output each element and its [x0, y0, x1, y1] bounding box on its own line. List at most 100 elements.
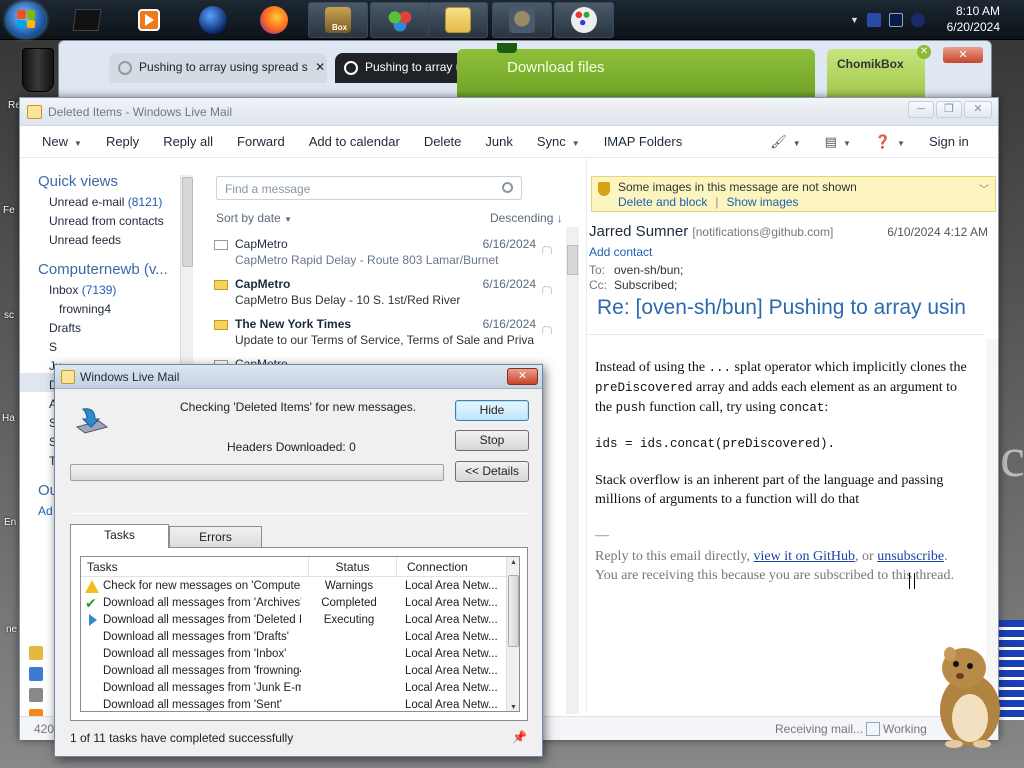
- task-list-scrollbar[interactable]: ▲ ▼: [506, 557, 519, 711]
- task-row[interactable]: Download all messages from 'Junk E-m... L…: [81, 681, 507, 698]
- task-row[interactable]: Download all messages from 'Inbox' Local …: [81, 647, 507, 664]
- network-tray-icon[interactable]: [888, 13, 903, 27]
- desktop-icon-label[interactable]: Fe: [3, 205, 15, 216]
- flag-icon[interactable]: [542, 286, 552, 294]
- message-list-scrollbar[interactable]: [566, 227, 579, 714]
- message-row[interactable]: The New York Times 6/16/2024 Update to o…: [206, 314, 552, 354]
- sort-direction-button[interactable]: Descending ↓: [490, 211, 563, 225]
- black-box-icon[interactable]: [70, 4, 104, 36]
- new-button[interactable]: New ▼: [20, 134, 94, 149]
- details-button[interactable]: << Details: [455, 461, 529, 482]
- nav-frowning4[interactable]: frowning4: [20, 297, 180, 316]
- globe-icon[interactable]: [196, 4, 230, 36]
- task-row[interactable]: Download all messages from 'Drafts' Local…: [81, 630, 507, 647]
- calendar-shortcut-icon[interactable]: [29, 667, 43, 681]
- close-tab-icon[interactable]: ✕: [315, 60, 325, 74]
- search-input[interactable]: Find a message: [216, 176, 522, 200]
- nav-unread-email[interactable]: Unread e-mail (8121): [20, 190, 180, 209]
- task-row[interactable]: ✔ Download all messages from 'Archives' Co…: [81, 596, 507, 613]
- task-summary: 1 of 11 tasks have completed successfull…: [70, 731, 294, 745]
- cc-value[interactable]: Subscribed;: [614, 278, 677, 292]
- nav-inbox[interactable]: Inbox (7139): [20, 278, 180, 297]
- paint-taskbar-button[interactable]: [554, 2, 614, 38]
- account-heading[interactable]: Computernewb (v...: [20, 247, 180, 278]
- delete-button[interactable]: Delete: [412, 134, 474, 149]
- scrollbar-thumb[interactable]: [182, 177, 193, 267]
- tab-errors[interactable]: Errors: [169, 526, 262, 548]
- dialog-close-button[interactable]: ✕: [507, 368, 538, 385]
- people-taskbar-button[interactable]: [370, 2, 430, 38]
- minimize-button[interactable]: ─: [908, 101, 934, 118]
- delete-and-block-link[interactable]: Delete and block: [618, 195, 707, 209]
- search-icon[interactable]: [502, 182, 513, 193]
- chomikbox-taskbar-button[interactable]: Box: [308, 2, 368, 38]
- scroll-up-icon[interactable]: ▲: [510, 559, 517, 566]
- add-contact-link[interactable]: Add contact: [589, 245, 652, 259]
- column-connection[interactable]: Connection: [397, 557, 507, 577]
- firefox-icon[interactable]: [257, 4, 291, 36]
- scrollbar-thumb[interactable]: [508, 575, 519, 647]
- maximize-button[interactable]: ❐: [936, 101, 962, 118]
- hide-button[interactable]: Hide: [455, 400, 529, 421]
- tab-tasks[interactable]: Tasks: [70, 524, 169, 548]
- to-value[interactable]: oven-sh/bun;: [614, 263, 683, 277]
- help-icon[interactable]: ❓ ▼: [863, 134, 917, 150]
- flag-icon[interactable]: [542, 246, 552, 254]
- hamster-mascot-icon[interactable]: [930, 640, 1008, 750]
- add-to-calendar-button[interactable]: Add to calendar: [297, 134, 412, 149]
- nav-unread-feeds[interactable]: Unread feeds: [20, 228, 180, 247]
- flag-icon[interactable]: [542, 326, 552, 334]
- start-button[interactable]: [6, 2, 46, 38]
- view-on-github-link[interactable]: view it on GitHub: [754, 549, 856, 564]
- contacts-shortcut-icon[interactable]: [29, 688, 43, 702]
- message-row[interactable]: CapMetro 6/16/2024 CapMetro Bus Delay - …: [206, 274, 552, 314]
- nav-drafts[interactable]: Drafts: [20, 316, 180, 335]
- tray-expand-icon[interactable]: ▼: [850, 15, 859, 25]
- bluetooth-tray-icon[interactable]: [866, 13, 881, 27]
- show-images-link[interactable]: Show images: [727, 195, 799, 209]
- task-row[interactable]: Download all messages from 'Deleted It..…: [81, 613, 507, 630]
- column-tasks[interactable]: Tasks: [81, 557, 309, 577]
- clock[interactable]: 8:10 AM 6/20/2024: [947, 3, 1000, 35]
- stop-button[interactable]: Stop: [455, 430, 529, 451]
- task-row[interactable]: Download all messages from 'Sent' Local A…: [81, 698, 507, 711]
- volume-tray-icon[interactable]: [910, 13, 925, 27]
- nav-unread-contacts[interactable]: Unread from contacts: [20, 209, 180, 228]
- browser-close-button[interactable]: ✕: [943, 47, 983, 63]
- sign-in-button[interactable]: Sign in: [917, 134, 981, 149]
- chevron-down-icon[interactable]: ﹀: [979, 181, 989, 196]
- close-button[interactable]: ✕: [964, 101, 992, 118]
- working-status[interactable]: Working: [866, 722, 927, 736]
- forward-button[interactable]: Forward: [225, 134, 297, 149]
- nav-folder[interactable]: S: [20, 335, 180, 354]
- layout-icon[interactable]: ▤ ▼: [813, 134, 863, 150]
- recycle-bin-icon[interactable]: [18, 46, 58, 94]
- reply-all-button[interactable]: Reply all: [151, 134, 225, 149]
- pin-icon[interactable]: 📌: [512, 731, 527, 743]
- column-status[interactable]: Status: [309, 557, 397, 577]
- scrollbar-thumb[interactable]: [567, 245, 578, 275]
- desktop-icon-label[interactable]: ne: [6, 624, 17, 635]
- reply-button[interactable]: Reply: [94, 134, 151, 149]
- scroll-down-icon[interactable]: ▼: [510, 704, 517, 711]
- nav-label: Unread e-mail: [49, 195, 125, 209]
- message-row[interactable]: CapMetro 6/16/2024 CapMetro Rapid Delay …: [206, 234, 552, 274]
- desktop-icon-label[interactable]: En: [4, 517, 16, 528]
- desktop-icon-label[interactable]: Ha: [2, 413, 15, 424]
- quick-views-heading[interactable]: Quick views: [20, 159, 180, 190]
- unsubscribe-link[interactable]: unsubscribe: [877, 549, 944, 564]
- close-icon[interactable]: ✕: [917, 45, 931, 59]
- media-player-icon[interactable]: [132, 4, 166, 36]
- junk-button[interactable]: Junk: [473, 134, 524, 149]
- folder-taskbar-button[interactable]: [428, 2, 488, 38]
- browser-tab[interactable]: Pushing to array using spread s ✕: [109, 53, 327, 83]
- desktop-icon-label[interactable]: sc: [4, 310, 14, 321]
- downloader-taskbar-button[interactable]: [492, 2, 552, 38]
- sort-by-dropdown[interactable]: Sort by date ▼: [216, 211, 292, 225]
- task-row[interactable]: Check for new messages on 'Computer... Wa…: [81, 579, 507, 596]
- sync-button[interactable]: Sync ▼: [525, 134, 592, 149]
- pen-icon[interactable]: 🖌 ▼: [758, 134, 812, 150]
- task-row[interactable]: Download all messages from 'frowning4' Lo…: [81, 664, 507, 681]
- imap-folders-button[interactable]: IMAP Folders: [592, 134, 695, 149]
- mail-shortcut-icon[interactable]: [29, 646, 43, 660]
